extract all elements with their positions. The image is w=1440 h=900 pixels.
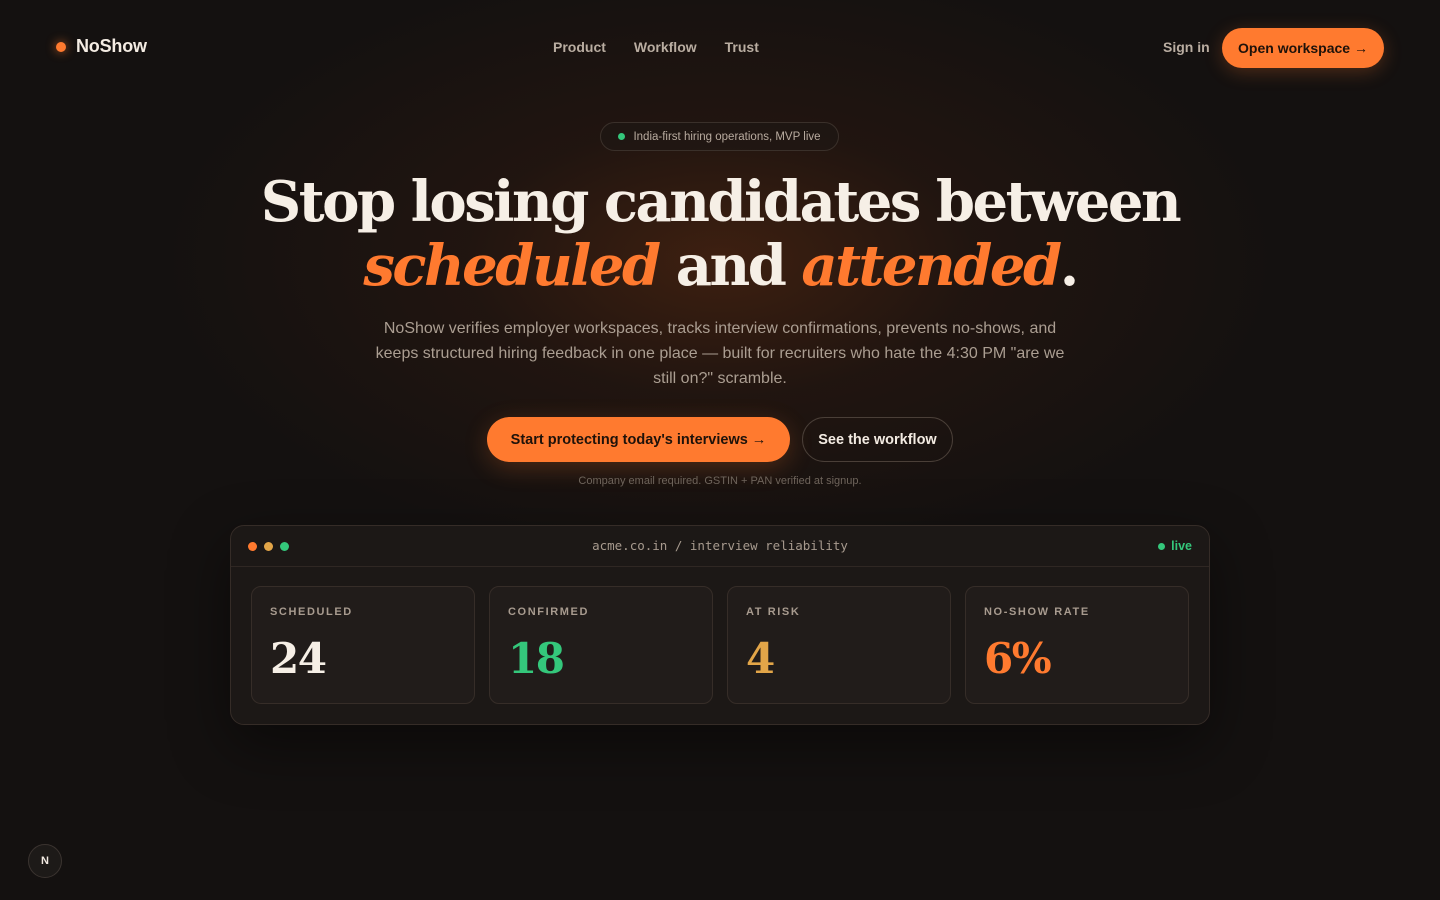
stats-row: SCHEDULED 24 CONFIRMED 18 AT RISK 4 NO-S… — [251, 586, 1189, 704]
brand-name: NoShow — [76, 36, 147, 56]
start-protecting-button[interactable]: Start protecting today's interviews → — [487, 417, 790, 462]
headline-period: . — [1059, 233, 1080, 299]
stat-label: NO-SHOW RATE — [984, 606, 1090, 618]
stat-label: CONFIRMED — [508, 606, 590, 618]
stat-label: SCHEDULED — [270, 606, 353, 618]
brand-logo[interactable]: NoShow — [56, 36, 147, 57]
stat-value: 24 — [270, 634, 327, 683]
nav-link-product[interactable]: Product — [553, 39, 606, 55]
open-workspace-button[interactable]: Open workspace → — [1222, 28, 1384, 68]
live-indicator: live — [1158, 539, 1192, 553]
headline-line1: Stop losing candidates between — [260, 169, 1182, 235]
signup-fineprint: Company email required. GSTIN + PAN veri… — [578, 475, 862, 487]
stat-card-no-show-rate: NO-SHOW RATE 6% — [965, 586, 1189, 704]
hero-subcopy: NoShow verifies employer workspaces, tra… — [375, 320, 1065, 387]
top-nav: NoShow Product Workflow Trust Sign in Op… — [0, 0, 1440, 96]
headline-accent-scheduled: scheduled — [363, 233, 661, 299]
status-pill-text: India-first hiring operations, MVP live — [633, 130, 821, 143]
brand-dot-icon — [56, 41, 66, 52]
sign-in-link[interactable]: Sign in — [1163, 39, 1210, 55]
see-workflow-button[interactable]: See the workflow — [802, 417, 953, 462]
panel-titlebar: acme.co.in / interview reliability live — [231, 526, 1209, 567]
live-label: live — [1171, 539, 1192, 553]
nav-link-workflow[interactable]: Workflow — [634, 39, 697, 55]
stat-card-scheduled: SCHEDULED 24 — [251, 586, 475, 704]
hero-headline: Stop losing candidates between scheduled… — [0, 170, 1440, 298]
panel-url: acme.co.in / interview reliability — [592, 538, 848, 553]
stat-value: 18 — [508, 634, 565, 683]
stat-card-at-risk: AT RISK 4 — [727, 586, 951, 704]
nav-link-trust[interactable]: Trust — [725, 39, 759, 55]
nav-links: Product Workflow Trust — [553, 39, 759, 55]
status-dot-icon — [618, 133, 626, 140]
status-pill: India-first hiring operations, MVP live — [600, 122, 839, 151]
headline-accent-attended: attended — [801, 233, 1062, 299]
reliability-panel: acme.co.in / interview reliability live … — [230, 525, 1210, 725]
stat-label: AT RISK — [746, 606, 801, 618]
live-dot-icon — [1158, 542, 1166, 550]
stat-value: 4 — [746, 634, 775, 683]
stat-card-confirmed: CONFIRMED 18 — [489, 586, 713, 704]
headline-and: and — [658, 233, 802, 299]
stat-value: 6% — [984, 634, 1052, 683]
corner-avatar-badge[interactable]: N — [28, 844, 62, 878]
